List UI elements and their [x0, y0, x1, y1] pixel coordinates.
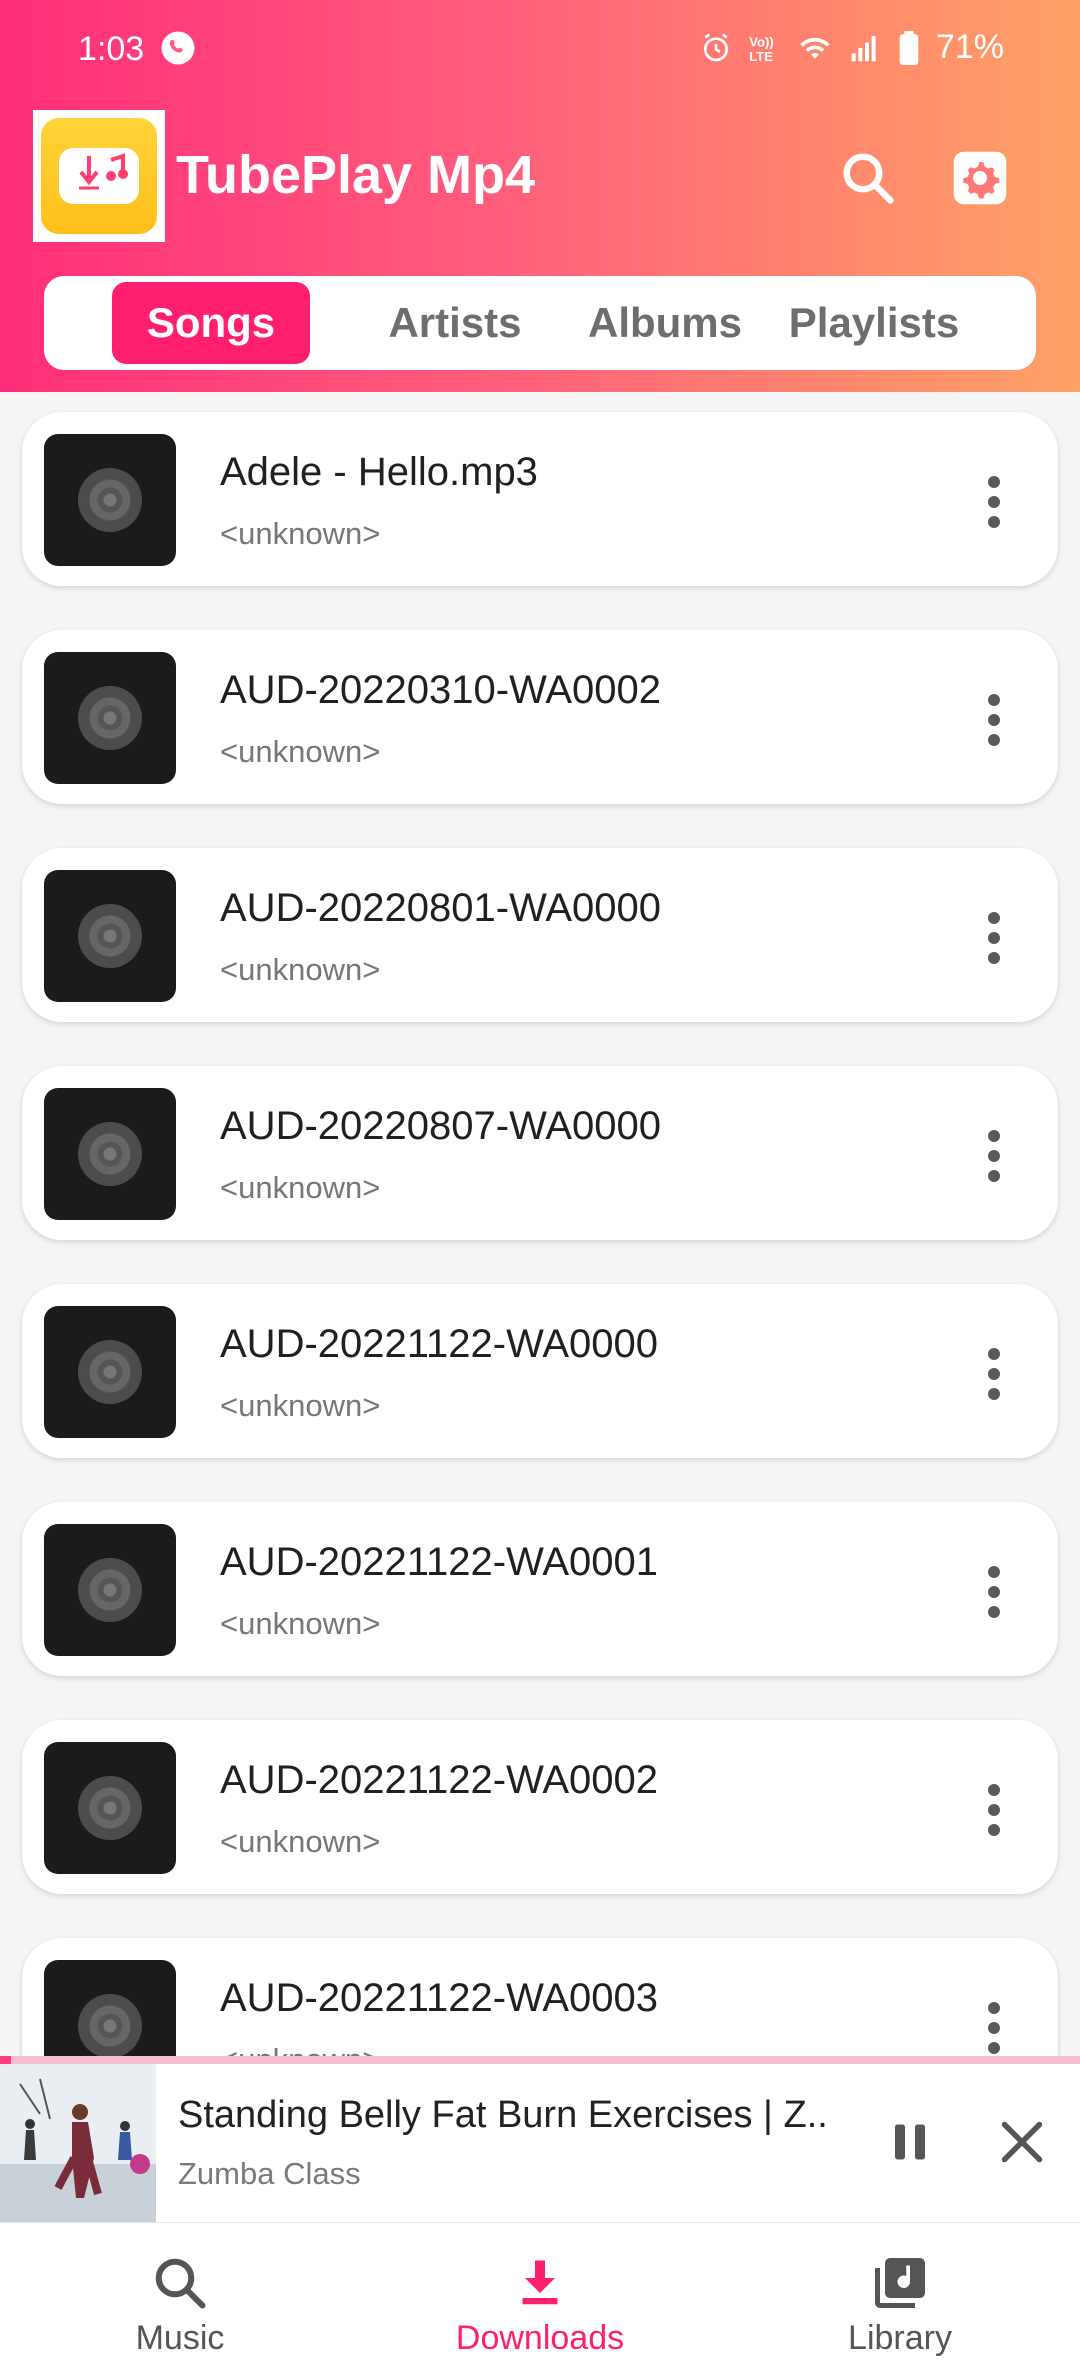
more-options-icon[interactable] — [974, 1998, 1014, 2058]
song-artist: <unknown> — [220, 1388, 381, 1423]
status-time: 1:03 — [78, 30, 145, 68]
now-playing-subtitle: Zumba Class — [178, 2156, 361, 2191]
song-title: AUD-20221122-WA0001 — [220, 1540, 659, 1584]
search-icon[interactable] — [838, 148, 898, 208]
nav-music-label: Music — [135, 2319, 225, 2357]
more-options-icon[interactable] — [974, 1126, 1014, 1186]
song-item[interactable]: AUD-20221122-WA0001 <unknown> — [22, 1502, 1058, 1676]
song-artist: <unknown> — [220, 1606, 381, 1641]
more-options-icon[interactable] — [974, 1344, 1014, 1404]
vinyl-disc-icon — [78, 1776, 142, 1840]
more-options-icon[interactable] — [974, 1780, 1014, 1840]
status-bar: 1:03 Vo)) LTE 71% — [0, 0, 1080, 100]
svg-text:Vo)): Vo)) — [749, 34, 773, 49]
close-icon[interactable] — [992, 2112, 1052, 2172]
category-tabs: Songs Artists Albums Playlists — [44, 276, 1036, 370]
song-title: AUD-20221122-WA0000 — [220, 1322, 659, 1366]
app-bar: TubePlay Mp4 — [0, 108, 1080, 244]
song-artist: <unknown> — [220, 1170, 381, 1205]
song-item[interactable]: AUD-20220807-WA0000 <unknown> — [22, 1066, 1058, 1240]
now-playing-thumbnail — [0, 2064, 156, 2222]
download-icon — [522, 2260, 558, 2305]
vinyl-disc-icon — [78, 1558, 142, 1622]
vinyl-disc-icon — [78, 1122, 142, 1186]
song-artist: <unknown> — [220, 1824, 381, 1859]
song-title: Adele - Hello.mp3 — [220, 450, 538, 494]
battery-icon — [899, 30, 919, 65]
vinyl-disc-icon — [78, 468, 142, 532]
settings-icon[interactable] — [950, 148, 1010, 208]
song-item[interactable]: Adele - Hello.mp3 <unknown> — [22, 412, 1058, 586]
more-options-icon[interactable] — [974, 690, 1014, 750]
vinyl-disc-icon — [78, 1994, 142, 2058]
song-title: AUD-20221122-WA0002 — [220, 1758, 659, 1802]
search-icon — [155, 2258, 206, 2309]
song-item[interactable]: AUD-20220310-WA0002 <unknown> — [22, 630, 1058, 804]
song-artist: <unknown> — [220, 516, 381, 551]
song-title: AUD-20220310-WA0002 — [220, 668, 661, 712]
song-artwork — [44, 434, 176, 566]
now-playing-title: Standing Belly Fat Burn Exercises | Z.. — [178, 2094, 828, 2136]
song-artwork — [44, 1306, 176, 1438]
nav-library[interactable]: Library — [720, 2223, 1080, 2376]
song-artist: <unknown> — [220, 734, 381, 769]
app-logo — [33, 110, 165, 242]
vinyl-disc-icon — [78, 904, 142, 968]
song-artwork — [44, 652, 176, 784]
bottom-navigation: Music Downloads Library — [0, 2222, 1080, 2376]
nav-downloads-label: Downloads — [455, 2319, 625, 2357]
pause-icon[interactable] — [880, 2112, 940, 2172]
song-title: AUD-20220807-WA0000 — [220, 1104, 661, 1148]
tab-artists[interactable]: Artists — [344, 282, 566, 364]
tab-songs[interactable]: Songs — [112, 282, 310, 364]
song-item[interactable]: AUD-20221122-WA0003 <unknown> — [22, 1938, 1058, 2058]
whatsapp-call-icon — [161, 31, 195, 65]
volte-icon: Vo))LTE — [749, 34, 773, 64]
playback-progress-bar[interactable] — [0, 2056, 1080, 2064]
svg-text:LTE: LTE — [749, 49, 773, 64]
song-item[interactable]: AUD-20220801-WA0000 <unknown> — [22, 848, 1058, 1022]
header: 1:03 Vo)) LTE 71% TubePlay Mp4 Songs Art… — [0, 0, 1080, 392]
song-title: AUD-20221122-WA0003 — [220, 1976, 659, 2020]
song-artist: <unknown> — [220, 952, 381, 987]
song-artwork — [44, 870, 176, 1002]
app-title: TubePlay Mp4 — [176, 145, 536, 205]
more-options-icon[interactable] — [974, 472, 1014, 532]
vinyl-disc-icon — [78, 686, 142, 750]
more-options-icon[interactable] — [974, 908, 1014, 968]
song-item[interactable]: AUD-20221122-WA0002 <unknown> — [22, 1720, 1058, 1894]
mini-player[interactable]: Standing Belly Fat Burn Exercises | Z.. … — [0, 2064, 1080, 2222]
song-item[interactable]: AUD-20221122-WA0000 <unknown> — [22, 1284, 1058, 1458]
playback-progress-fill — [0, 2056, 11, 2064]
song-artwork — [44, 1960, 176, 2058]
song-artwork — [44, 1742, 176, 1874]
nav-downloads[interactable]: Downloads — [360, 2223, 720, 2376]
alarm-icon — [703, 33, 728, 61]
battery-percent: 71% — [935, 28, 1004, 66]
vinyl-disc-icon — [78, 1340, 142, 1404]
song-artwork — [44, 1088, 176, 1220]
tab-albums[interactable]: Albums — [554, 282, 776, 364]
signal-icon — [851, 35, 876, 61]
nav-music[interactable]: Music — [0, 2223, 360, 2376]
nav-library-label: Library — [848, 2319, 952, 2357]
song-artwork — [44, 1524, 176, 1656]
more-options-icon[interactable] — [974, 1562, 1014, 1622]
app-logo-icon — [41, 118, 157, 234]
library-music-icon — [875, 2258, 925, 2308]
songs-list: Adele - Hello.mp3 <unknown> AUD-20220310… — [0, 392, 1080, 2058]
wifi-icon — [800, 37, 830, 59]
song-title: AUD-20220801-WA0000 — [220, 886, 661, 930]
tab-playlists[interactable]: Playlists — [744, 282, 1004, 364]
